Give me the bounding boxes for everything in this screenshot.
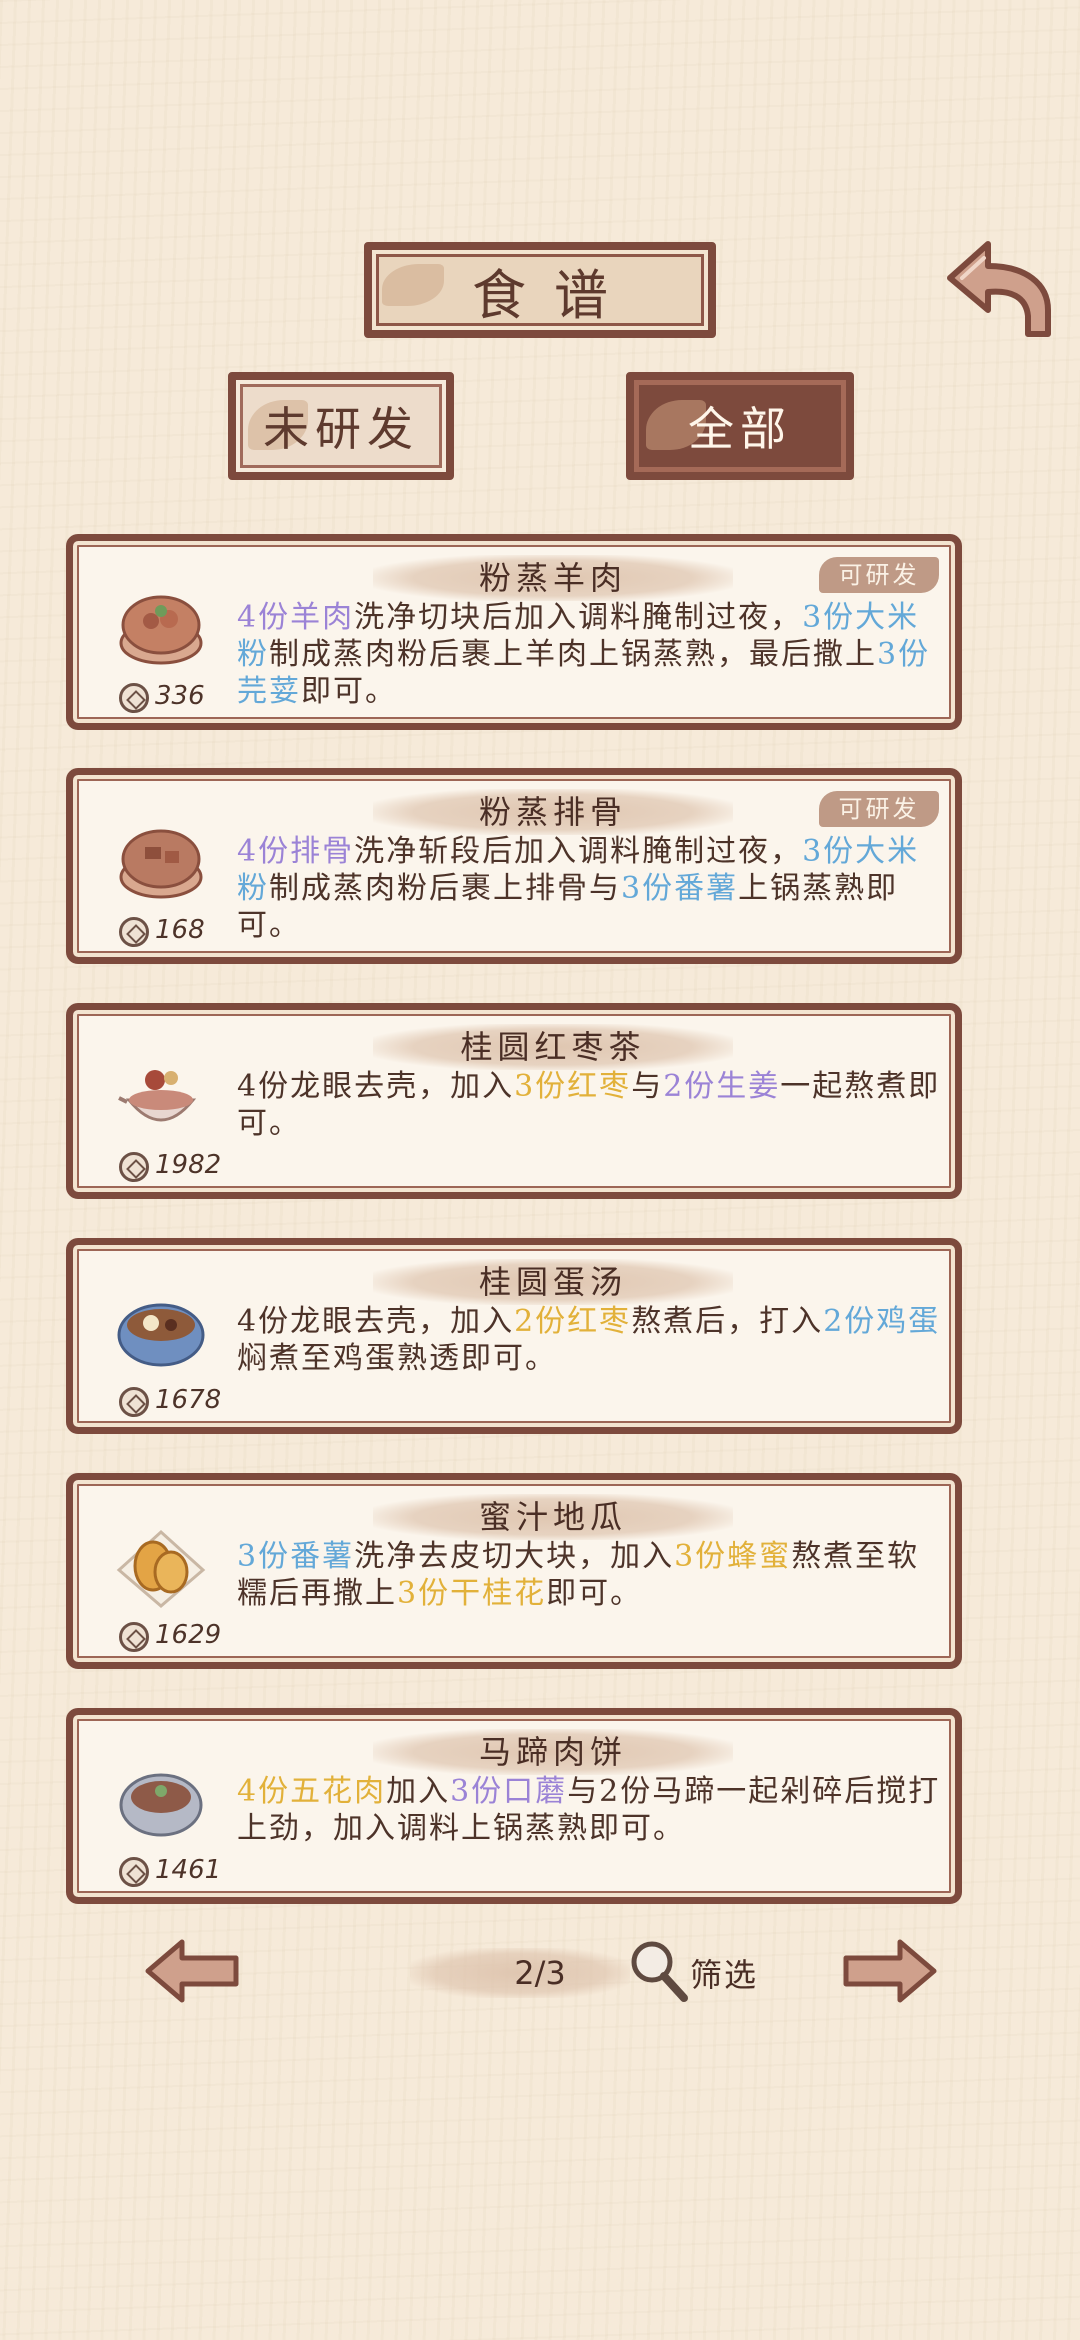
recipe-name: 桂圆蛋汤 [478,1263,627,1301]
recipe-price: 1982 [155,1150,222,1180]
steamed-ribs-icon [119,829,203,899]
description-text: 洗净去皮切大块，加入 [354,1539,675,1574]
description-text: 洗净切块后加入调料腌制过夜， [354,600,803,635]
ingredient-highlight: 2份红枣 [514,1304,632,1339]
recipe-description: 4份羊肉洗净切块后加入调料腌制过夜，3份大米粉制成蒸肉粉后裹上羊肉上锅蒸熟，最后… [237,599,943,710]
description-text: 熬煮后，打入 [631,1304,824,1339]
tab-undeveloped[interactable]: 未研发 [228,372,454,480]
steamed-lamb-icon [119,595,203,665]
ingredient-highlight: 2份生姜 [663,1069,781,1104]
recipe-card[interactable]: 桂圆红枣茶 1982 4份龙眼去壳，加入3份红枣与2份生姜一起熬煮即可。 [66,1003,962,1199]
recipe-description: 4份排骨洗净斩段后加入调料腌制过夜，3份大米粉制成蒸肉粉后裹上排骨与3份番薯上锅… [237,833,943,944]
ingredient-highlight: 4份羊肉 [237,600,355,635]
back-arrow-icon[interactable] [944,236,1056,344]
coin-icon [119,1387,149,1417]
recipe-card[interactable]: 桂圆蛋汤 1678 4份龙眼去壳，加入2份红枣熬煮后，打入2份鸡蛋焖煮至鸡蛋熟透即可… [66,1238,962,1434]
ingredient-highlight: 3份蜂蜜 [674,1539,792,1574]
coin-icon [119,917,149,947]
coin-icon [119,1857,149,1887]
ingredient-highlight: 4份排骨 [237,834,355,869]
tab-undeveloped-label: 未研发 [263,402,419,456]
page-title-plaque: 食谱 [364,242,716,338]
recipe-price: 336 [155,681,205,711]
coin-icon [119,1622,149,1652]
recipe-name: 粉蒸羊肉 [478,559,627,597]
description-text: 制成蒸肉粉后裹上羊肉上锅蒸熟，最后撒上 [269,637,877,672]
prev-page-arrow-icon[interactable] [142,1938,242,2004]
researchable-badge: 可研发 [819,791,939,827]
recipe-description: 4份龙眼去壳，加入2份红枣熬煮后，打入2份鸡蛋焖煮至鸡蛋熟透即可。 [237,1303,943,1377]
description-text: 即可。 [546,1576,643,1611]
ingredient-highlight: 2份鸡蛋 [823,1304,941,1339]
recipe-price: 1461 [155,1855,222,1885]
description-text: 焖煮至鸡蛋熟透即可。 [237,1341,557,1376]
page-title: 食谱 [472,263,636,327]
recipe-name: 粉蒸排骨 [478,793,627,831]
ingredient-highlight: 3份番薯 [237,1539,355,1574]
recipe-card[interactable]: 粉蒸排骨 可研发 168 4份排骨洗净斩段后加入调料腌制过夜，3份大米粉制成蒸肉粉后裹… [66,768,962,964]
recipe-description: 4份五花肉加入3份口蘑与2份马蹄一起剁碎后搅打上劲，加入调料上锅蒸熟即可。 [237,1773,943,1847]
honey-sweet-potato-icon [116,1529,206,1608]
longan-egg-soup-icon [117,1303,205,1367]
researchable-badge: 可研发 [819,557,939,593]
description-text: 加入 [386,1774,451,1809]
recipe-card[interactable]: 粉蒸羊肉 可研发 336 4份羊肉洗净切块后加入调料腌制过夜，3份大米粉制成蒸肉粉后裹… [66,534,962,730]
description-text: 即可。 [301,674,397,709]
ingredient-highlight: 3份番薯 [621,871,739,906]
ingredient-highlight: 3份红枣 [514,1069,632,1104]
recipe-description: 4份龙眼去壳，加入3份红枣与2份生姜一起熬煮即可。 [237,1068,943,1142]
page-indicator: 2/3 [514,1954,566,1992]
magnifier-icon [631,1941,688,2002]
description-text: 与 [631,1069,664,1104]
coin-icon [119,1152,149,1182]
filter-label[interactable]: 筛选 [690,1950,758,1996]
recipe-price: 1629 [155,1620,222,1650]
leaf-decoration [382,264,444,306]
tab-all[interactable]: 全部 [626,372,854,480]
water-chestnut-patty-icon [119,1773,203,1837]
next-page-arrow-icon[interactable] [840,1938,940,2004]
recipe-price: 1678 [155,1385,222,1415]
description-text: 洗净斩段后加入调料腌制过夜， [354,834,803,869]
tab-all-label: 全部 [688,402,792,456]
description-text: 4份龙眼去壳，加入 [237,1304,515,1339]
recipe-name: 桂圆红枣茶 [460,1028,646,1066]
recipe-card[interactable]: 马蹄肉饼 1461 4份五花肉加入3份口蘑与2份马蹄一起剁碎后搅打上劲，加入调料上锅… [66,1708,962,1904]
ingredient-highlight: 3份口蘑 [450,1774,568,1809]
recipe-name: 马蹄肉饼 [478,1733,627,1771]
recipe-card[interactable]: 蜜汁地瓜 1629 3份番薯洗净去皮切大块，加入3份蜂蜜熬煮至软糯后再撒上3份干桂花… [66,1473,962,1669]
ingredient-highlight: 4份五花肉 [237,1774,387,1809]
ingredient-highlight: 3份干桂花 [397,1576,547,1611]
coin-icon [119,683,149,713]
recipe-name: 蜜汁地瓜 [478,1498,627,1536]
description-text: 制成蒸肉粉后裹上排骨与 [269,871,621,906]
description-text: 4份龙眼去壳，加入 [237,1069,515,1104]
longan-tea-icon [118,1070,197,1122]
recipe-price: 168 [155,915,205,945]
recipe-description: 3份番薯洗净去皮切大块，加入3份蜂蜜熬煮至软糯后再撒上3份干桂花即可。 [237,1538,943,1612]
